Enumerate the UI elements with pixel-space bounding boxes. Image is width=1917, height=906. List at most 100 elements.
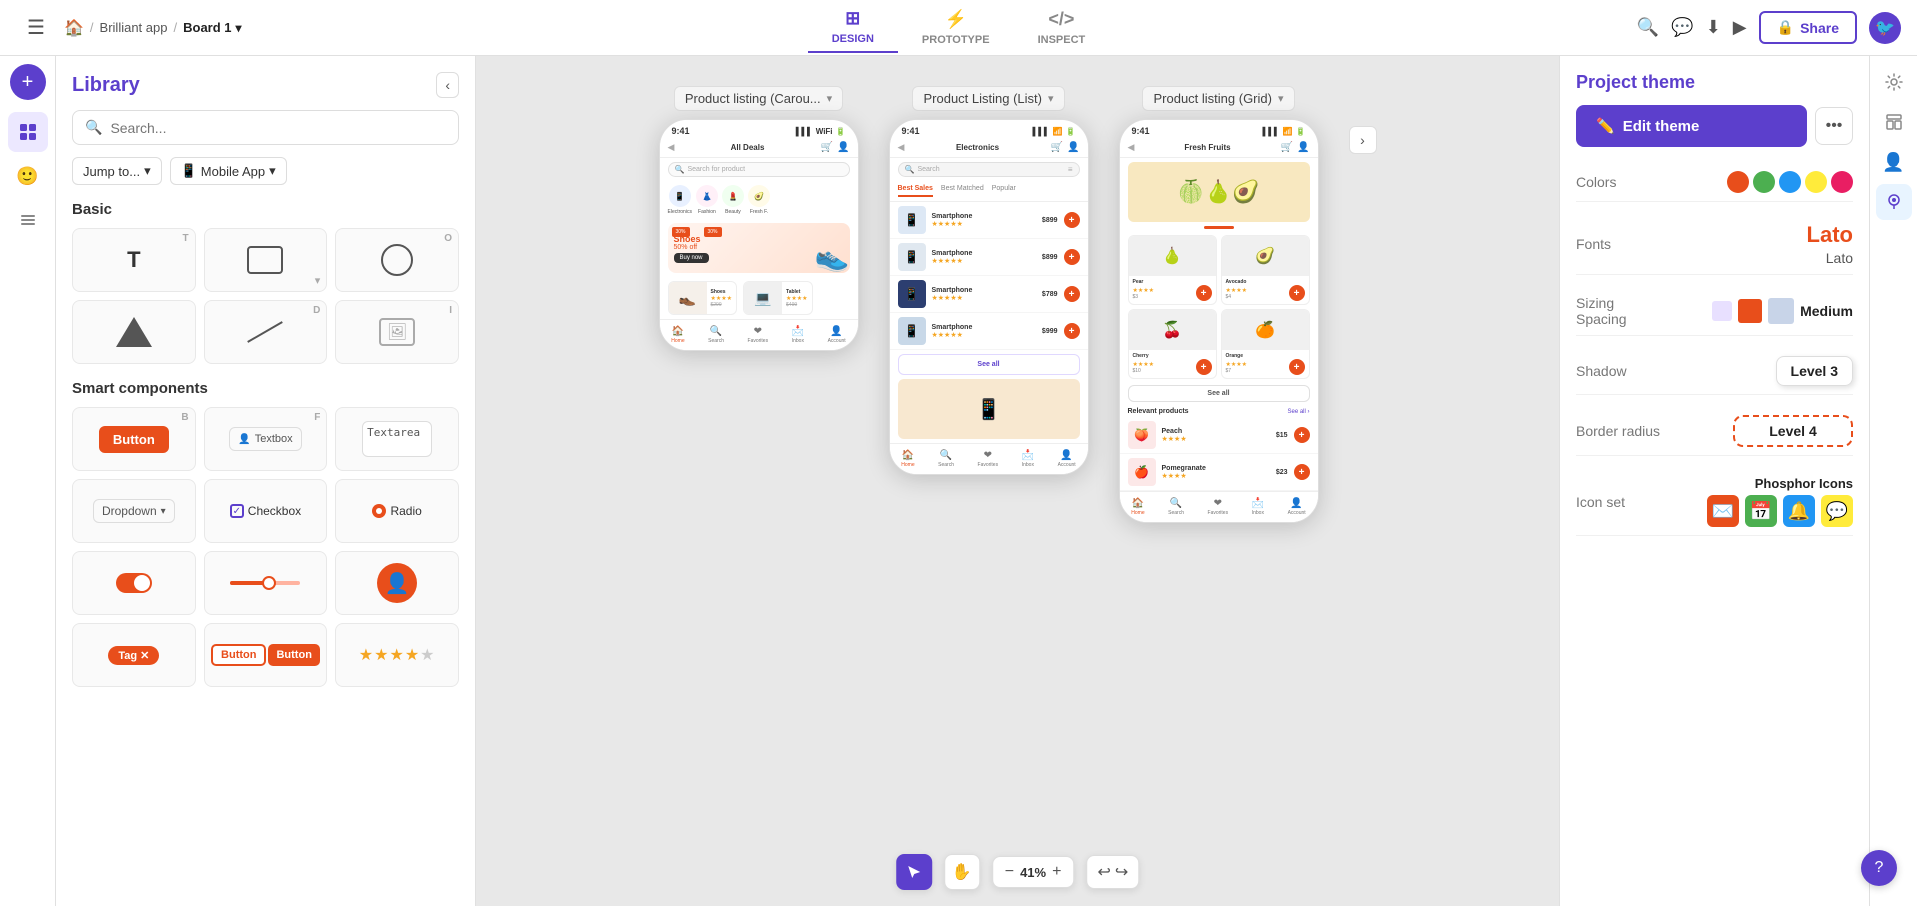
component-textbox[interactable]: F 👤 Textbox [204,407,328,471]
frame-label-list[interactable]: Product Listing (List) ▾ [912,86,1064,111]
component-avatar[interactable]: 👤 [335,551,459,615]
component-rectangle[interactable]: ▾ [204,228,328,292]
right-settings-icon-btn[interactable] [1876,64,1912,100]
component-checkbox[interactable]: ✓ Checkbox [204,479,328,543]
zoom-out-button[interactable]: − [1005,863,1014,881]
play-icon-btn[interactable]: ▶ [1733,17,1747,38]
component-dropdown[interactable]: Dropdown ▾ [72,479,196,543]
phone-carousel: 9:41 ▌▌▌WiFi🔋 ◀ All Deals 🛒👤 🔍 Search fo… [659,119,859,351]
smart-components-grid: B Button F 👤 Textbox Textarea Dropdown ▾ [72,407,459,687]
search-box: 🔍 [72,110,459,145]
right-layout-icon-btn[interactable] [1876,104,1912,140]
bell-icon-chip[interactable]: 🔔 [1783,495,1815,527]
frame-label-carousel[interactable]: Product listing (Carou... ▾ [674,86,843,111]
size-swatch-large [1768,298,1794,324]
font-display[interactable]: Lato Lato [1807,222,1853,266]
search-input[interactable] [110,120,446,136]
canvas-area: Product listing (Carou... ▾ 9:41 ▌▌▌WiFi… [476,56,1559,906]
redo-button[interactable]: ↪ [1115,862,1128,882]
frame-expand-arrow[interactable]: › [1349,86,1377,154]
chevron-down-icon: ▾ [827,92,833,105]
grid-product-avocado: 🥑 Avocado ★★★★$4 + [1221,235,1310,305]
frame-title-grid: Product listing (Grid) [1153,91,1271,106]
fonts-label: Fonts [1576,236,1611,252]
right-paint-icon-btn[interactable] [1876,184,1912,220]
hand-tool-button[interactable]: ✋ [944,854,980,890]
download-icon-btn[interactable]: ⬇ [1706,17,1721,38]
mobile-app-button[interactable]: 📱 Mobile App ▾ [170,157,287,185]
color-dot-yellow[interactable] [1805,171,1827,193]
border-radius-display[interactable]: Level 4 [1733,415,1853,447]
shadow-row: Shadow Level 3 [1576,348,1853,395]
add-element-button[interactable]: + [10,64,46,100]
color-dot-red[interactable] [1727,171,1749,193]
grid-product-cherry: 🍒 Cherry ★★★★$10 + [1128,309,1217,379]
main-area: + 🙂 Library ‹ 🔍 [0,56,1917,906]
calendar-icon-chip[interactable]: 📅 [1745,495,1777,527]
icon-set-label: Icon set [1576,494,1625,510]
menu-icon[interactable]: ☰ [16,8,56,48]
breadcrumb-sep1: / [90,20,94,35]
color-dot-blue[interactable] [1779,171,1801,193]
shadow-display[interactable]: Level 3 [1776,356,1853,386]
help-button[interactable]: ? [1861,850,1897,886]
search-icon-btn[interactable]: 🔍 [1637,17,1659,38]
icon-set-name: Phosphor Icons [1755,476,1853,491]
chat-icon-chip[interactable]: 💬 [1821,495,1853,527]
component-radio[interactable]: Radio [335,479,459,543]
color-swatches[interactable] [1727,171,1853,193]
library-header: Library ‹ [72,72,459,98]
chevron-down-icon: ▾ [1048,92,1054,105]
edit-theme-button[interactable]: ✏️ Edit theme [1576,105,1807,147]
sizing-display[interactable]: Medium [1712,298,1853,324]
component-stars[interactable]: ★★★★★ [335,623,459,687]
color-dot-pink[interactable] [1831,171,1853,193]
fonts-row: Fonts Lato Lato [1576,214,1853,275]
component-ellipse[interactable]: O [335,228,459,292]
right-user-icon-btn[interactable]: 👤 [1876,144,1912,180]
more-options-button[interactable]: ••• [1815,107,1853,145]
component-triangle[interactable] [72,300,196,364]
component-text[interactable]: T T [72,228,196,292]
medium-label: Medium [1800,303,1853,319]
chat-icon-btn[interactable]: 💬 [1671,17,1693,38]
mail-icon-chip[interactable]: ✉️ [1707,495,1739,527]
component-line[interactable]: D [204,300,328,364]
tab-inspect[interactable]: </> INSPECT [1014,3,1110,52]
home-icon[interactable]: 🏠 [64,18,84,38]
search-icon: 🔍 [85,119,102,136]
topbar: ☰ 🏠 / Brilliant app / Board 1 ▾ ⊞ DESIGN… [0,0,1917,56]
basic-section-title: Basic [72,201,459,218]
expand-button[interactable]: › [1349,126,1377,154]
layers-icon-btn[interactable] [8,200,48,240]
grid-product-orange: 🍊 Orange ★★★★$7 + [1221,309,1310,379]
component-slider[interactable] [204,551,328,615]
component-textarea[interactable]: Textarea [335,407,459,471]
components-icon-btn[interactable] [8,112,48,152]
frame-label-grid[interactable]: Product listing (Grid) ▾ [1142,86,1294,111]
tab-prototype[interactable]: ⚡ PROTOTYPE [898,3,1014,52]
component-toggle[interactable] [72,551,196,615]
component-button-group[interactable]: Button Button [204,623,328,687]
icon-set-display: Phosphor Icons ✉️ 📅 🔔 💬 [1707,476,1853,527]
jump-to-button[interactable]: Jump to... ▾ [72,157,162,185]
tab-design[interactable]: ⊞ DESIGN [808,2,898,53]
colors-row: Colors [1576,163,1853,202]
zoom-in-button[interactable]: + [1052,863,1061,881]
chevron-down-icon: ▾ [144,163,151,179]
pencil-icon: ✏️ [1596,117,1615,135]
breadcrumb-app[interactable]: Brilliant app [100,20,168,35]
emoji-icon-btn[interactable]: 🙂 [8,156,48,196]
component-image[interactable]: I 🖼 [335,300,459,364]
panel-collapse-button[interactable]: ‹ [436,72,459,98]
component-button[interactable]: B Button [72,407,196,471]
component-tag[interactable]: Tag ✕ [72,623,196,687]
share-button[interactable]: 🔒 Share [1759,11,1857,44]
size-swatch-medium [1738,299,1762,323]
phone-grid: 9:41 ▌▌▌📶🔋 ◀ Fresh Fruits 🛒👤 🍈🍐🥑 [1119,119,1319,523]
canvas-scroll[interactable]: Product listing (Carou... ▾ 9:41 ▌▌▌WiFi… [476,56,1559,906]
color-dot-green[interactable] [1753,171,1775,193]
select-tool-button[interactable] [896,854,932,890]
breadcrumb-board[interactable]: Board 1 ▾ [183,20,241,35]
undo-button[interactable]: ↩ [1097,862,1110,882]
